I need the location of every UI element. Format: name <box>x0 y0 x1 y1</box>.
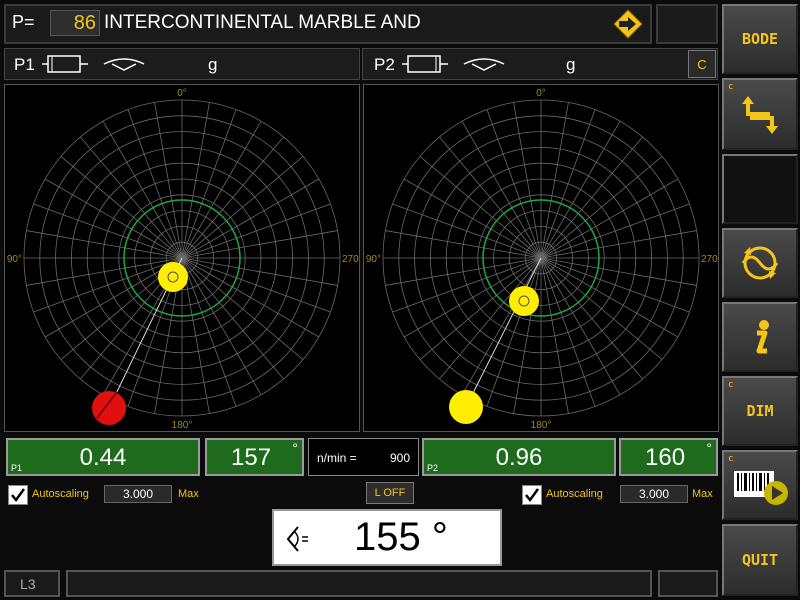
header-blank-box <box>656 4 718 44</box>
p1-value: 0.44 <box>79 444 127 471</box>
checkmark-icon <box>525 488 540 503</box>
arrow-right-diamond-icon <box>613 9 643 39</box>
info-icon <box>756 320 769 354</box>
vector-marker <box>158 262 188 292</box>
main-angle-display: 155 ° <box>272 509 502 566</box>
orbit-button[interactable] <box>722 228 798 298</box>
page-title: INTERCONTINENTAL MARBLE AND <box>104 12 421 33</box>
barcode-play-icon <box>734 471 788 505</box>
p2-angle-box: 160 ° <box>619 438 718 476</box>
p2-autoscaling-checkbox[interactable] <box>522 485 542 505</box>
barcode-button[interactable]: c <box>722 450 798 520</box>
p2-angle: 160 <box>645 444 686 471</box>
l-off-button[interactable]: L OFF <box>366 482 414 504</box>
plane1-sensor-icon <box>103 58 145 71</box>
angle-label-top: 0° <box>536 88 546 99</box>
plane2-rotor-icon <box>402 55 448 73</box>
plane1-rotor-icon <box>42 55 88 73</box>
polar-plot-p2[interactable]: 0° 90° 270° 180° <box>363 84 722 432</box>
phase-angle-icon <box>286 526 308 552</box>
vector-line <box>465 257 542 408</box>
p1-angle-box: 157 ° <box>205 438 304 476</box>
swap-c-mark: c <box>728 82 734 92</box>
angle-label-right: 270° <box>701 254 718 265</box>
p2-value: 0.96 <box>495 444 543 471</box>
angle-label-bottom: 180° <box>531 420 552 431</box>
info-button[interactable] <box>722 302 798 372</box>
quit-button[interactable]: QUIT <box>722 524 798 596</box>
angle-label-left: 90° <box>7 254 22 265</box>
plane1-unit: g <box>208 55 218 74</box>
bode-label: BODE <box>741 30 779 48</box>
p1-autoscaling-value[interactable]: 3.000 <box>104 485 172 503</box>
dim-button[interactable]: c DIM <box>722 376 798 446</box>
status-right-box <box>658 570 718 597</box>
dim-label: DIM <box>746 402 774 420</box>
plane2-c-button[interactable]: C <box>688 50 716 78</box>
barcode-c-mark: c <box>728 454 734 464</box>
sidebar-empty-button[interactable] <box>722 154 798 224</box>
p-value: 86 <box>73 12 96 34</box>
status-left-label: L3 <box>20 576 36 592</box>
p2-autoscaling-value[interactable]: 3.000 <box>620 485 688 503</box>
angle-label-right: 270° <box>342 254 359 265</box>
checkmark-icon <box>11 488 26 503</box>
main-angle-value: 155 ° <box>354 515 448 559</box>
plane2-sensor-icon <box>463 58 505 71</box>
p2-autoscaling-label: Autoscaling <box>546 488 603 500</box>
p1-autoscaling-checkbox[interactable] <box>8 485 28 505</box>
p1-value-box: P1 0.44 <box>6 438 200 476</box>
speed-value: 900 <box>389 451 410 465</box>
status-message-box <box>66 570 652 597</box>
p1-angle: 157 <box>231 444 272 471</box>
p2-max-label: Max <box>692 488 713 500</box>
angle-label-left: 90° <box>366 254 381 265</box>
speed-label: n/min = <box>317 451 357 465</box>
p1-max-label: Max <box>178 488 199 500</box>
plane2-name: P2 <box>374 55 395 74</box>
bode-button[interactable]: BODE <box>722 4 798 74</box>
p1-degree-symbol: ° <box>292 440 298 456</box>
speed-box: n/min = 900 <box>308 438 419 476</box>
quit-label: QUIT <box>741 551 779 569</box>
orbit-wave-icon <box>741 246 779 280</box>
angle-label-top: 0° <box>177 88 187 99</box>
dim-c-mark: c <box>728 380 734 390</box>
p2-degree-symbol: ° <box>706 440 712 456</box>
enter-button[interactable] <box>606 8 650 40</box>
status-left-box: L3 <box>4 570 60 597</box>
plane1-name: P1 <box>14 55 35 74</box>
vector-marker <box>509 286 539 316</box>
swap-arrows-icon <box>742 96 778 134</box>
plane2-unit: g <box>566 55 576 74</box>
p2-value-box: P2 0.96 <box>422 438 616 476</box>
p-label: P= <box>12 12 35 32</box>
polar-plot-p1[interactable]: 0° 90° 270° 180° <box>4 84 363 432</box>
angle-label-bottom: 180° <box>172 420 193 431</box>
p1-autoscaling-label: Autoscaling <box>32 488 89 500</box>
correction-marker <box>449 390 483 424</box>
correction-marker <box>92 391 126 425</box>
swap-button[interactable]: c <box>722 78 798 150</box>
